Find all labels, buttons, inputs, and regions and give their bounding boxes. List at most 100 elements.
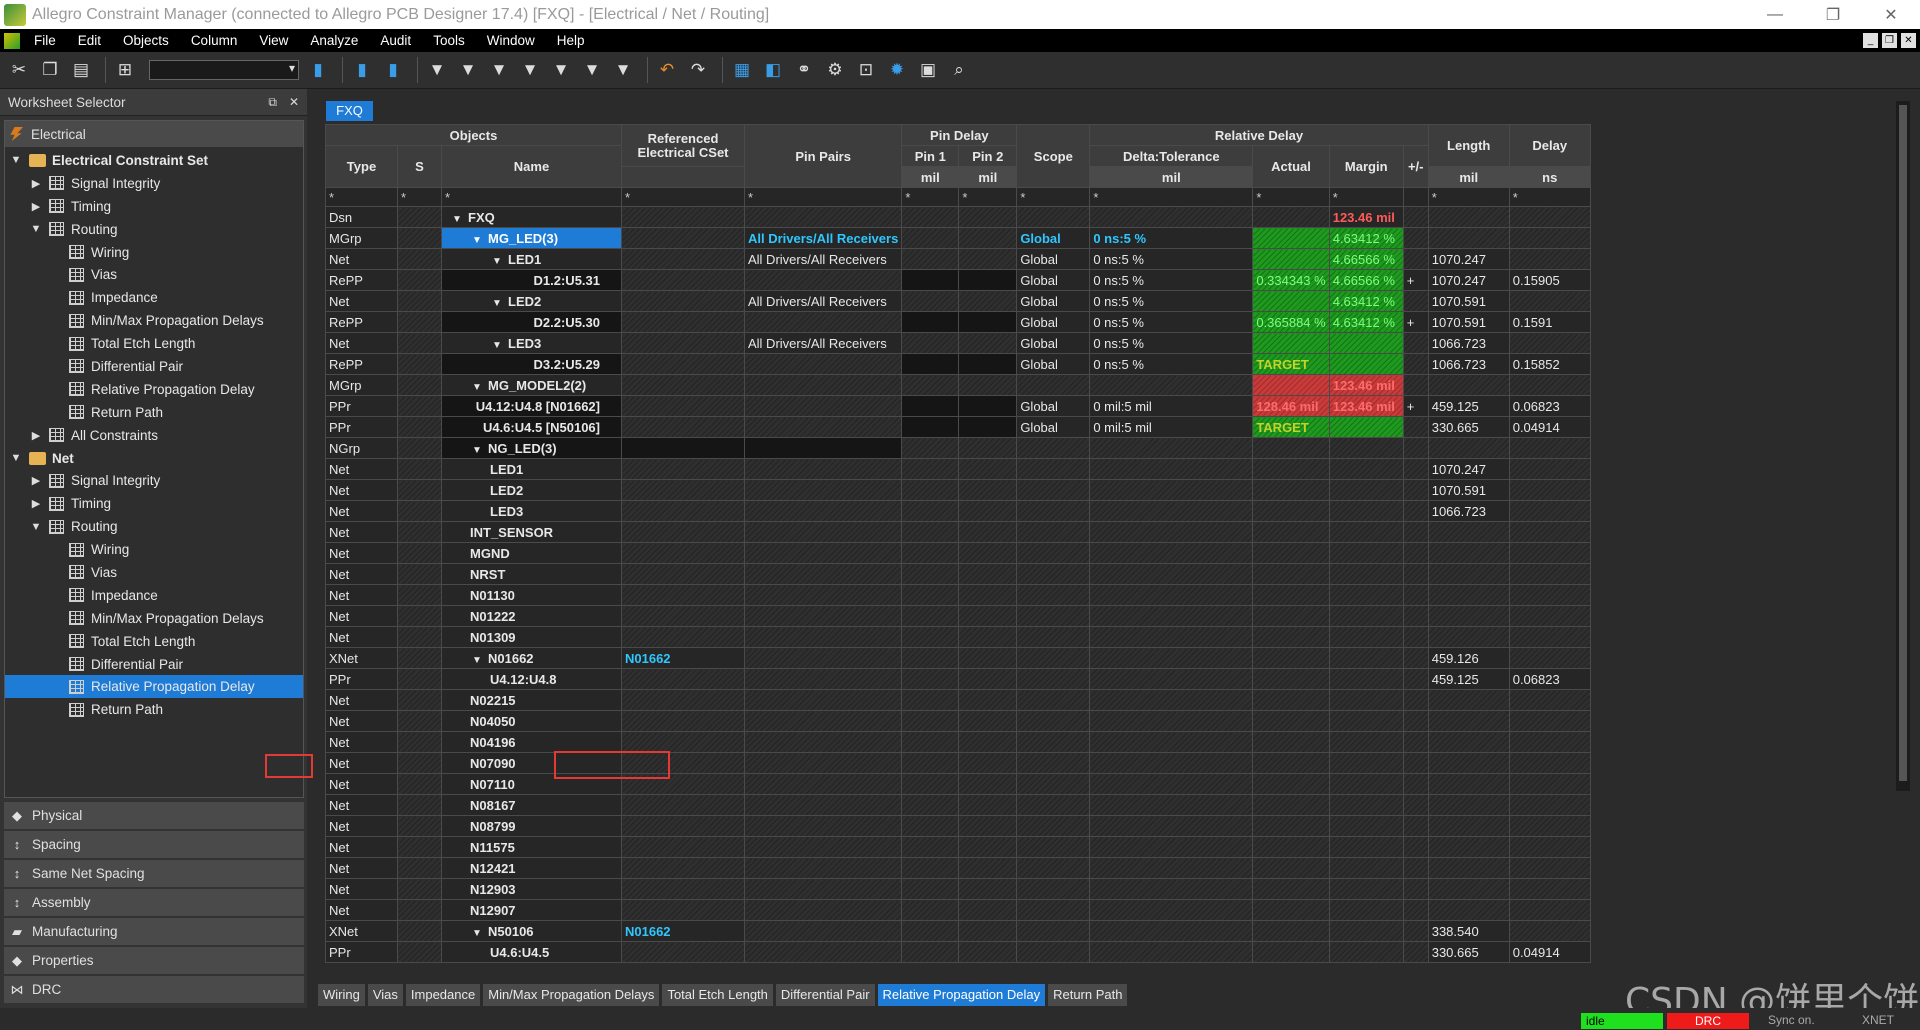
mdi-minimize-icon[interactable]: _ [1863, 33, 1878, 48]
pin2-cell[interactable] [958, 647, 1018, 669]
table-row[interactable]: RePP D3.2:U5.29 Global 0 ns:5 % TARGET 1066.7… [325, 353, 1591, 375]
s-cell[interactable] [397, 437, 442, 459]
scope-cell[interactable] [1016, 584, 1091, 606]
s-cell[interactable] [397, 374, 442, 396]
tree-item[interactable]: Total Etch Length [5, 332, 303, 355]
menu-audit[interactable]: Audit [380, 33, 411, 48]
scope-cell[interactable] [1016, 836, 1091, 858]
ref-cset-cell[interactable]: N01662 [621, 647, 745, 669]
name-cell[interactable]: NRST [441, 563, 622, 585]
pin2-cell[interactable] [958, 710, 1018, 732]
tab-fxq[interactable]: FXQ [326, 101, 373, 121]
pin1-cell[interactable] [901, 248, 960, 270]
pin-pairs-cell[interactable] [743, 731, 903, 753]
menu-edit[interactable]: Edit [78, 33, 101, 48]
tab-vias[interactable]: Vias [367, 984, 403, 1006]
s-cell[interactable] [397, 815, 442, 837]
delta-cell[interactable] [1089, 374, 1254, 396]
name-cell[interactable]: N12421 [441, 857, 622, 879]
pin-pairs-cell[interactable] [743, 836, 903, 858]
table-row[interactable]: Net ▼ LED1 All Drivers/All Receivers Global 0… [325, 248, 1591, 270]
name-cell[interactable]: U4.6:U4.5 [N50106] [441, 416, 622, 438]
table-row[interactable]: Net MGND [325, 542, 1591, 564]
scope-cell[interactable]: Global [1016, 290, 1091, 312]
delta-cell[interactable]: 0 ns:5 % [1089, 227, 1254, 249]
category-assembly[interactable]: ↕ Assembly [4, 889, 304, 916]
name-cell[interactable]: N04196 [441, 731, 622, 753]
pin2-cell[interactable] [958, 311, 1018, 333]
pin2-cell[interactable] [958, 605, 1018, 627]
delta-cell[interactable] [1089, 521, 1254, 543]
delta-cell[interactable]: 0 ns:5 % [1089, 353, 1254, 375]
tree-expander-icon[interactable]: ▶ [29, 177, 43, 190]
minimize-button[interactable]: — [1746, 6, 1804, 24]
delta-cell[interactable] [1089, 920, 1254, 942]
table-row[interactable]: Net NRST [325, 563, 1591, 585]
table-row[interactable]: Net N08167 [325, 794, 1591, 816]
table-row[interactable]: Net N12421 [325, 857, 1591, 879]
ref-cset-cell[interactable] [621, 248, 745, 270]
expand-icon[interactable]: ▼ [470, 445, 484, 456]
pin1-cell[interactable] [901, 794, 960, 816]
pin-pairs-cell[interactable] [743, 668, 903, 690]
table-row[interactable]: XNet ▼ N50106 N01662 338.540 [325, 920, 1591, 942]
pin-pairs-cell[interactable] [743, 542, 903, 564]
ref-cset-cell[interactable] [621, 899, 745, 921]
scope-cell[interactable] [1016, 458, 1091, 480]
menu-objects[interactable]: Objects [123, 33, 169, 48]
tree-expander-icon[interactable]: ▼ [9, 154, 23, 166]
name-cell[interactable]: D1.2:U5.31 [441, 269, 622, 291]
name-cell[interactable]: D2.2:U5.30 [441, 311, 622, 333]
filter-cell[interactable]: * [1089, 187, 1254, 207]
s-cell[interactable] [397, 710, 442, 732]
scope-cell[interactable]: Global [1016, 311, 1091, 333]
table-row[interactable]: Net N04196 [325, 731, 1591, 753]
bookmark-prev-icon[interactable]: ▮ [380, 57, 406, 83]
tree-item[interactable]: ▶ Signal Integrity [5, 172, 303, 195]
category-manufacturing[interactable]: ▰ Manufacturing [4, 918, 304, 945]
pin1-cell[interactable] [901, 227, 960, 249]
pin2-cell[interactable] [958, 437, 1018, 459]
scope-cell[interactable] [1016, 731, 1091, 753]
table-row[interactable]: PPr U4.6:U4.5 [N50106] Global 0 mil:5 mil TA… [325, 416, 1591, 438]
delta-cell[interactable] [1089, 458, 1254, 480]
table-row[interactable]: RePP D2.2:U5.30 Global 0 ns:5 % 0.365884 % 4.… [325, 311, 1591, 333]
status-drc[interactable]: DRC [1667, 1013, 1749, 1029]
pin1-cell[interactable] [901, 815, 960, 837]
pin-pairs-cell[interactable]: All Drivers/All Receivers [743, 290, 903, 312]
analyze-net-icon[interactable]: ⚭ [791, 57, 817, 83]
tree-expander-icon[interactable]: ▶ [29, 200, 43, 213]
pin-pairs-cell[interactable] [743, 206, 903, 228]
worksheet-icon[interactable]: ▦ [729, 57, 755, 83]
s-cell[interactable] [397, 689, 442, 711]
ref-cset-cell[interactable] [621, 353, 745, 375]
tree-item[interactable]: Min/Max Propagation Delays [5, 309, 303, 332]
name-cell[interactable]: ▼ N50106 [441, 920, 622, 942]
category-spacing[interactable]: ↕ Spacing [4, 831, 304, 858]
filter-cell[interactable]: * [1427, 187, 1510, 207]
table-row[interactable]: PPr U4.12:U4.8 459.125 0.06823 [325, 668, 1591, 690]
tree-item[interactable]: ▶ All Constraints [5, 424, 303, 447]
pin1-cell[interactable] [901, 269, 960, 291]
filter-icon[interactable]: ▼ [424, 57, 450, 83]
pin1-cell[interactable] [901, 752, 960, 774]
ref-cset-cell[interactable] [621, 395, 745, 417]
name-cell[interactable]: N08799 [441, 815, 622, 837]
filter-cell[interactable]: * [901, 187, 960, 207]
pin1-cell[interactable] [901, 773, 960, 795]
s-cell[interactable] [397, 521, 442, 543]
table-row[interactable]: MGrp ▼ MG_MODEL2(2) 123.46 mil [325, 374, 1591, 396]
pin-pairs-cell[interactable] [743, 647, 903, 669]
pin2-cell[interactable] [958, 941, 1018, 963]
report-icon[interactable]: ▣ [915, 57, 941, 83]
tree-item[interactable]: Relative Propagation Delay [5, 675, 303, 699]
ref-cset-cell[interactable] [621, 206, 745, 228]
delta-cell[interactable]: 0 ns:5 % [1089, 290, 1254, 312]
s-cell[interactable] [397, 731, 442, 753]
scope-cell[interactable] [1016, 626, 1091, 648]
pin-pairs-cell[interactable] [743, 521, 903, 543]
scope-cell[interactable] [1016, 668, 1091, 690]
update-icon[interactable]: ⚙ [822, 57, 848, 83]
scope-cell[interactable] [1016, 689, 1091, 711]
table-row[interactable]: Net N07090 [325, 752, 1591, 774]
